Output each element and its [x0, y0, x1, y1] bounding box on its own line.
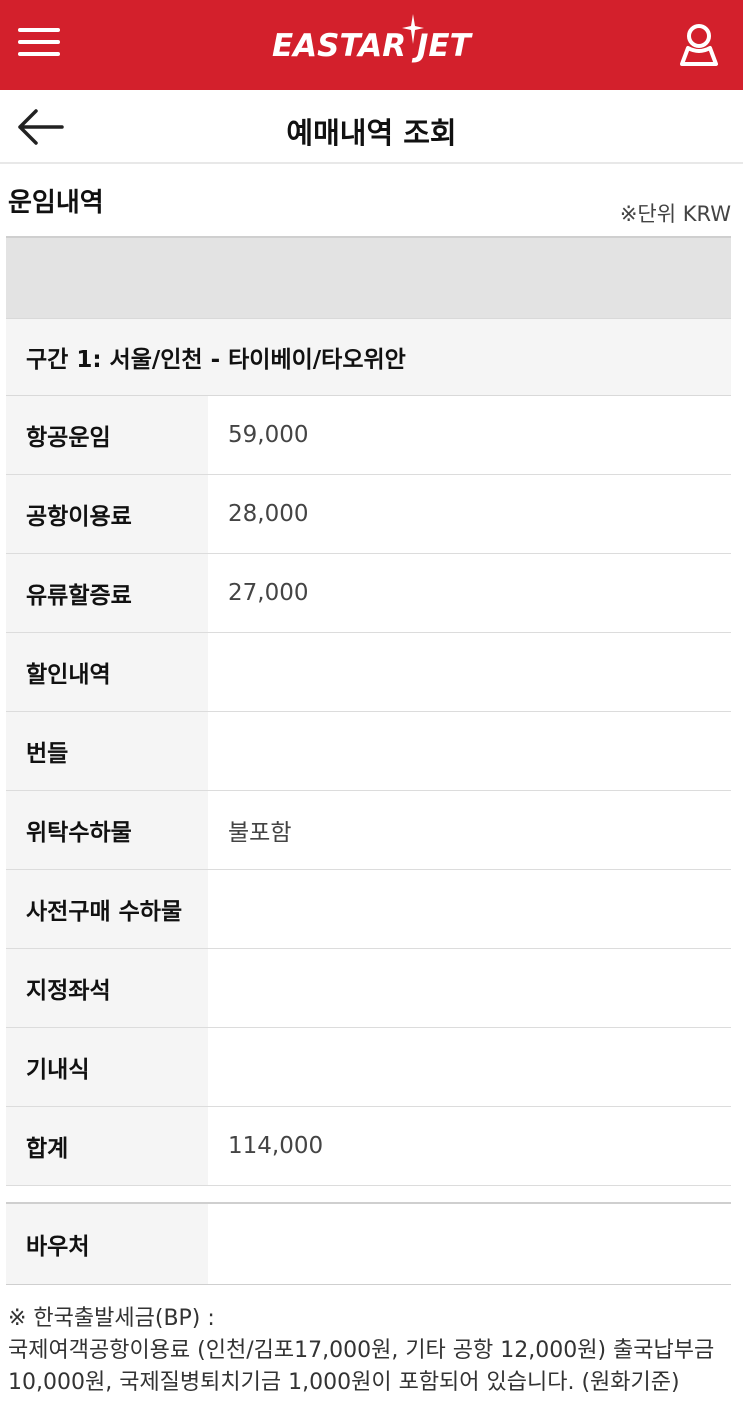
fare-label: 사전구매 수하물	[6, 870, 208, 948]
fare-value: 불포함	[208, 791, 731, 869]
fare-row-airport-fee: 공항이용료 28,000	[6, 475, 731, 554]
fare-row-discount: 할인내역	[6, 633, 731, 712]
fare-value	[208, 870, 731, 948]
fare-table-header-band	[6, 236, 731, 318]
logo-star-icon	[402, 14, 424, 44]
fare-table: 구간 1: 서울/인천 - 타이베이/타오위안 항공운임 59,000 공항이용…	[6, 236, 731, 1186]
fare-value	[208, 949, 731, 1027]
fare-label: 할인내역	[6, 633, 208, 711]
fare-value	[208, 1028, 731, 1106]
fare-label: 합계	[6, 1107, 208, 1185]
fare-row-total: 합계 114,000	[6, 1107, 731, 1186]
tax-footnote: ※ 한국출발세금(BP) : 국제여객공항이용료 (인천/김포17,000원, …	[8, 1303, 738, 1399]
fare-label: 항공운임	[6, 396, 208, 474]
eastar-jet-logo[interactable]: EASTAR JET	[270, 14, 480, 70]
fare-label: 기내식	[6, 1028, 208, 1106]
fare-value: 59,000	[208, 396, 731, 474]
footnote-line: 국제여객공항이용료 (인천/김포17,000원, 기타 공항 12,000원) …	[8, 1338, 715, 1363]
fare-label: 번들	[6, 712, 208, 790]
fare-label: 지정좌석	[6, 949, 208, 1027]
segment-row: 구간 1: 서울/인천 - 타이베이/타오위안	[6, 318, 731, 396]
fare-value: 114,000	[208, 1107, 731, 1185]
fare-row-seat-selection: 지정좌석	[6, 949, 731, 1028]
menu-bar	[18, 40, 60, 44]
user-icon[interactable]	[678, 22, 720, 68]
menu-bar	[18, 52, 60, 56]
page-title: 예매내역 조회	[286, 116, 457, 150]
fare-label: 유류할증료	[6, 554, 208, 632]
menu-bar	[18, 28, 60, 32]
voucher-value	[208, 1204, 731, 1284]
fare-value: 28,000	[208, 475, 731, 553]
footnote-line: ※ 한국출발세금(BP) :	[8, 1306, 215, 1331]
fare-row-prepaid-baggage: 사전구매 수하물	[6, 870, 731, 949]
voucher-label: 바우처	[6, 1204, 208, 1284]
fare-row-checked-baggage: 위탁수하물 불포함	[6, 791, 731, 870]
app-header: EASTAR JET	[0, 0, 743, 90]
voucher-row: 바우처	[6, 1204, 731, 1284]
fare-row-airfare: 항공운임 59,000	[6, 396, 731, 475]
fare-section-title: 운임내역	[8, 188, 104, 218]
page-subheader: 예매내역 조회	[0, 90, 743, 164]
fare-row-inflight-meal: 기내식	[6, 1028, 731, 1107]
currency-unit-note: ※단위 KRW	[619, 202, 731, 226]
fare-row-bundle: 번들	[6, 712, 731, 791]
fare-row-fuel-surcharge: 유류할증료 27,000	[6, 554, 731, 633]
fare-label: 위탁수하물	[6, 791, 208, 869]
logo-text: EASTAR JET	[272, 28, 471, 64]
hamburger-menu-icon[interactable]	[14, 22, 64, 62]
fare-value	[208, 712, 731, 790]
voucher-table: 바우처	[6, 1202, 731, 1285]
fare-label: 공항이용료	[6, 475, 208, 553]
footnote-line: 10,000원, 국제질병퇴치기금 1,000원이 포함되어 있습니다. (원화…	[8, 1370, 680, 1395]
fare-value: 27,000	[208, 554, 731, 632]
fare-value	[208, 633, 731, 711]
